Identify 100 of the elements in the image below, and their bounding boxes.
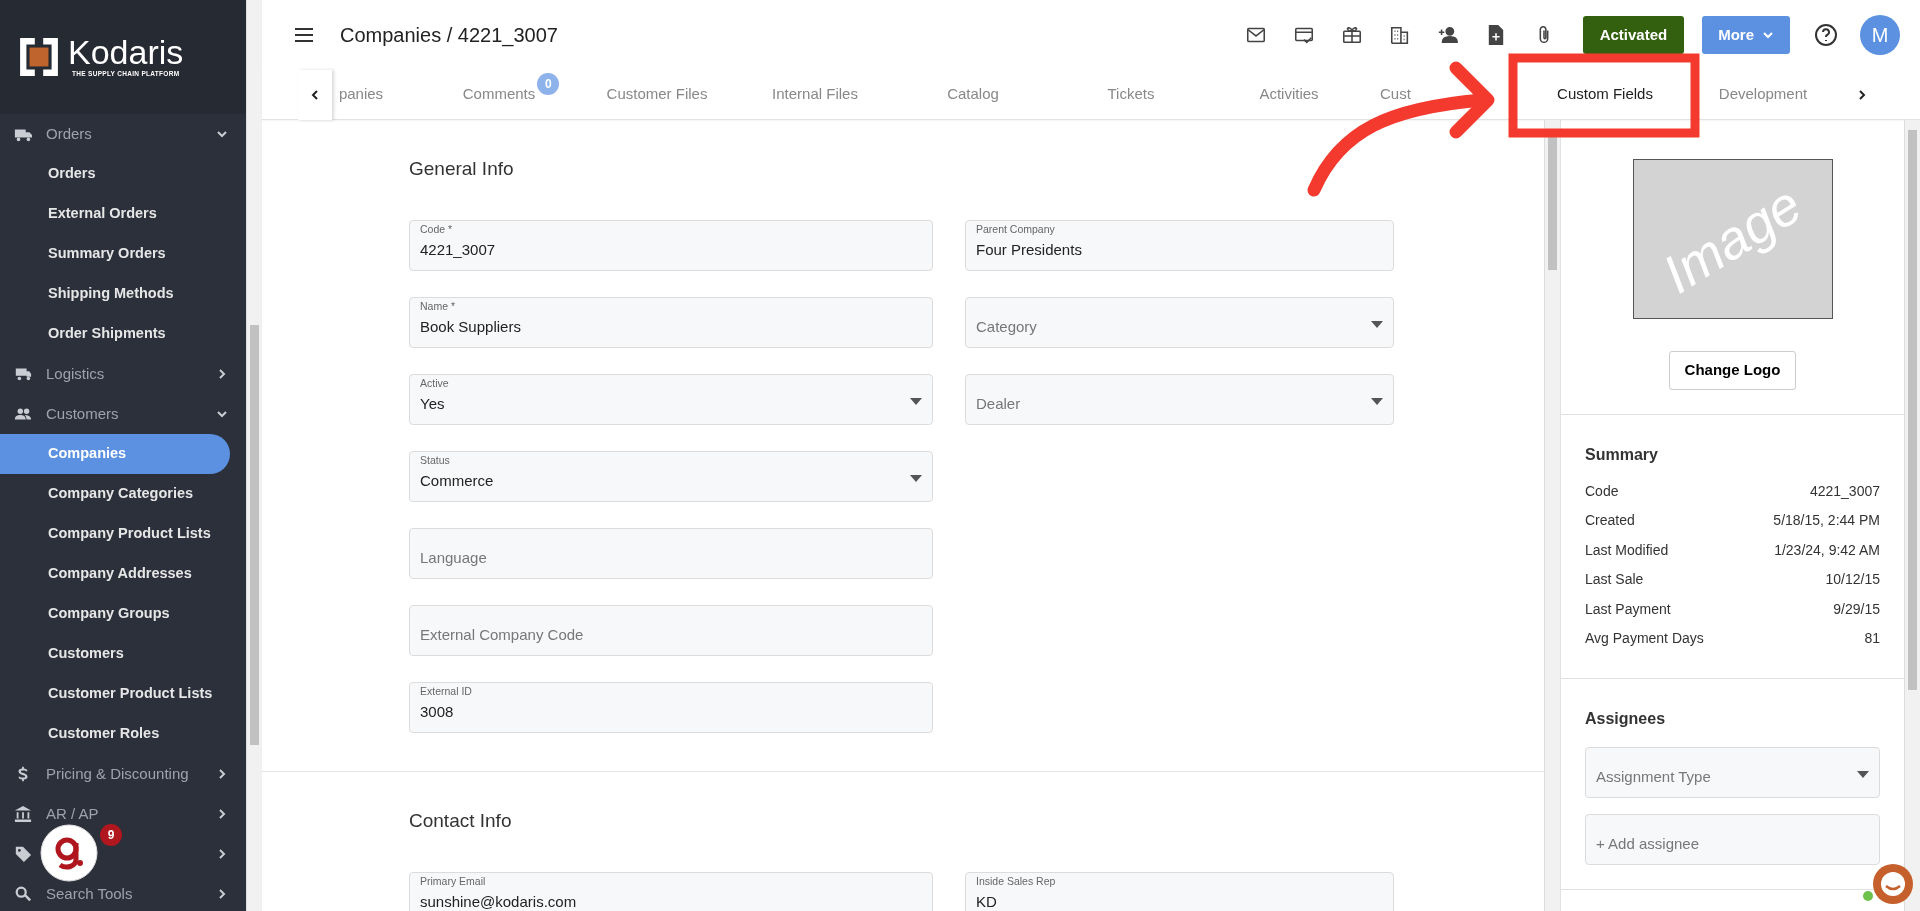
section-title: General Info bbox=[409, 158, 515, 181]
field-input[interactable]: + Add assignee bbox=[1596, 833, 1869, 855]
section-title: Contact Info bbox=[409, 809, 513, 833]
sidebar-item[interactable]: Orders bbox=[0, 154, 230, 194]
sidebar-group[interactable]: Customers bbox=[46, 402, 119, 426]
sidebar-item[interactable]: Company Groups bbox=[0, 594, 230, 634]
input-field[interactable]: Language bbox=[409, 527, 933, 579]
select-field[interactable]: Assignment Type bbox=[1585, 746, 1880, 798]
tab[interactable]: Catalog bbox=[894, 69, 1052, 120]
bank-icon bbox=[14, 805, 32, 823]
chevron-right-icon[interactable] bbox=[216, 808, 228, 820]
tab[interactable]: Internal Files bbox=[736, 69, 894, 120]
select-field[interactable]: Status Commerce bbox=[409, 450, 933, 502]
caret-icon[interactable] bbox=[1371, 397, 1383, 405]
field-input[interactable]: Four Presidents bbox=[976, 239, 1383, 262]
field-input[interactable]: External Company Code bbox=[420, 624, 922, 647]
caret-icon[interactable] bbox=[1857, 770, 1869, 778]
tab[interactable]: Tickets bbox=[1052, 69, 1210, 120]
input-field[interactable]: + Add assignee bbox=[1585, 813, 1880, 865]
caret-icon bbox=[1762, 29, 1774, 41]
summary-label: Last Payment bbox=[1585, 599, 1671, 619]
change-logo-button[interactable]: Change Logo bbox=[1668, 351, 1797, 390]
gift-icon[interactable] bbox=[1340, 24, 1363, 46]
sidebar-item[interactable]: Shipping Methods bbox=[0, 274, 230, 314]
chevron-right-icon[interactable] bbox=[216, 768, 228, 780]
caret-icon[interactable] bbox=[910, 397, 922, 405]
input-field[interactable]: External Company Code bbox=[409, 604, 933, 656]
input-field[interactable]: Inside Sales Rep KD bbox=[965, 871, 1394, 911]
summary-value: 10/12/15 bbox=[1825, 570, 1880, 590]
summary-label: Last Modified bbox=[1585, 540, 1669, 560]
section-title: Assignees bbox=[1585, 708, 1667, 729]
field-label: External ID bbox=[420, 684, 472, 697]
summary-value: 9/29/15 bbox=[1833, 599, 1880, 619]
summary-label: Created bbox=[1585, 511, 1635, 531]
sidebar-item[interactable]: Company Product Lists bbox=[0, 514, 230, 554]
input-field[interactable]: Code * 4221_3007 bbox=[409, 219, 933, 271]
field-label: Primary Email bbox=[420, 874, 486, 887]
sidebar-group[interactable]: AR / AP bbox=[46, 802, 99, 826]
input-field[interactable]: Name * Book Suppliers bbox=[409, 296, 933, 348]
section-title: Summary bbox=[1585, 444, 1659, 465]
sidebar-group[interactable]: Pricing & Discounting bbox=[46, 762, 189, 786]
summary-label: Last Sale bbox=[1585, 570, 1644, 590]
field-input[interactable]: sunshine@kodaris.com bbox=[420, 891, 922, 911]
add-person-icon[interactable] bbox=[1436, 24, 1459, 46]
caret-icon[interactable] bbox=[1371, 320, 1383, 328]
scrollbar[interactable] bbox=[1544, 120, 1560, 911]
field-input[interactable]: Category bbox=[976, 316, 1371, 339]
page-title: Companies / 4221_3007 bbox=[340, 23, 558, 49]
chevron-right-icon[interactable] bbox=[1856, 88, 1868, 101]
sidebar-item[interactable]: Order Shipments bbox=[0, 314, 230, 354]
sidebar-group[interactable]: Logistics bbox=[46, 362, 105, 386]
summary-value: 81 bbox=[1864, 629, 1880, 649]
select-field[interactable]: Category bbox=[965, 296, 1394, 348]
field-input[interactable]: 3008 bbox=[420, 701, 922, 724]
field-input[interactable]: Assignment Type bbox=[1596, 766, 1857, 788]
sidebar-item[interactable]: Customer Product Lists bbox=[0, 674, 230, 714]
select-field[interactable]: Dealer bbox=[965, 373, 1394, 425]
field-label: Code * bbox=[420, 222, 453, 235]
field-label: Parent Company bbox=[976, 222, 1055, 235]
sidebar-group[interactable]: Search Tools bbox=[46, 882, 133, 906]
sidebar-item[interactable]: Company Addresses bbox=[0, 554, 230, 594]
tab[interactable]: Comments 0 bbox=[420, 69, 578, 120]
chat-widget[interactable] bbox=[1863, 864, 1913, 904]
sidebar-item[interactable]: Customer Roles bbox=[0, 714, 230, 754]
chevron-right-icon[interactable] bbox=[216, 368, 228, 380]
scrollbar[interactable] bbox=[246, 0, 262, 911]
tab[interactable]: Customer Files bbox=[578, 69, 736, 120]
help-widget[interactable] bbox=[40, 824, 98, 882]
field-input[interactable]: Yes bbox=[420, 393, 910, 416]
chevron-down-icon[interactable] bbox=[216, 128, 228, 140]
field-input[interactable]: KD bbox=[976, 891, 1383, 911]
caret-icon[interactable] bbox=[910, 474, 922, 482]
chevron-right-icon[interactable] bbox=[216, 888, 228, 900]
sidebar-item[interactable]: Summary Orders bbox=[0, 234, 230, 274]
tab[interactable]: panies bbox=[262, 69, 420, 120]
building-icon[interactable] bbox=[1388, 24, 1411, 46]
input-field[interactable]: Parent Company Four Presidents bbox=[965, 219, 1394, 271]
tab[interactable]: Custom Fields bbox=[1526, 69, 1684, 120]
sidebar-item[interactable]: Company Categories bbox=[0, 474, 230, 514]
field-input[interactable]: Book Suppliers bbox=[420, 316, 922, 339]
sidebar-group[interactable]: Orders bbox=[46, 122, 92, 146]
tab[interactable]: Cust bbox=[1368, 69, 1526, 120]
chevron-right-icon[interactable] bbox=[216, 848, 228, 860]
chevron-left-icon bbox=[309, 89, 321, 101]
chevron-down-icon[interactable] bbox=[216, 408, 228, 420]
scrollbar[interactable] bbox=[1904, 120, 1920, 911]
field-input[interactable]: Language bbox=[420, 547, 922, 570]
tab[interactable]: Activities bbox=[1210, 69, 1368, 120]
field-input[interactable]: Commerce bbox=[420, 470, 910, 493]
activated-button[interactable]: Activated bbox=[1582, 15, 1685, 55]
field-input[interactable]: Dealer bbox=[976, 393, 1371, 416]
help-icon[interactable] bbox=[1814, 23, 1838, 47]
select-field[interactable]: Active Yes bbox=[409, 373, 933, 425]
field-input[interactable]: 4221_3007 bbox=[420, 239, 922, 262]
sidebar-item[interactable]: External Orders bbox=[0, 194, 230, 234]
summary-label: Code bbox=[1585, 481, 1619, 501]
sidebar-item[interactable]: Customers bbox=[0, 634, 230, 674]
tab[interactable]: Development bbox=[1684, 69, 1842, 120]
input-field[interactable]: External ID 3008 bbox=[409, 681, 933, 733]
input-field[interactable]: Primary Email sunshine@kodaris.com bbox=[409, 871, 933, 911]
